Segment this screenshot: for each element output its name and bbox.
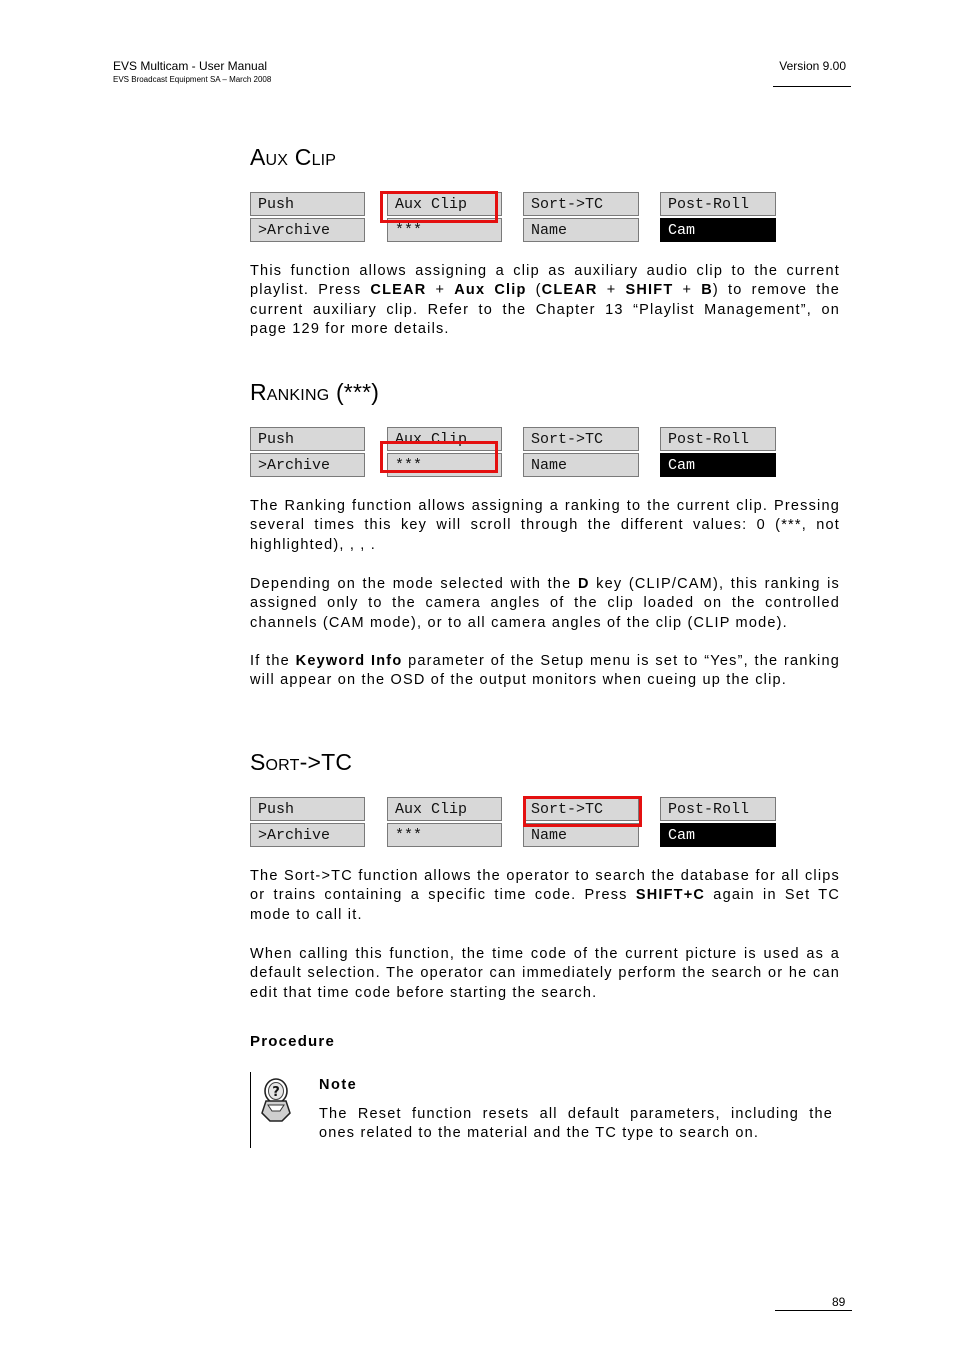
key-sort-tc: Sort->TC — [523, 427, 639, 451]
aux-clip-description: This function allows assigning a clip as… — [250, 263, 841, 338]
key-push: Push — [250, 192, 365, 216]
note-title: Note — [319, 1077, 358, 1093]
note-text: The Reset function resets all default pa… — [319, 1106, 833, 1142]
key-ranking: *** — [387, 823, 502, 847]
key-post-roll: Post-Roll — [660, 192, 776, 216]
key-archive: >Archive — [250, 218, 365, 242]
svg-text:?: ? — [272, 1085, 280, 1100]
ranking-mode-paragraph: Depending on the mode selected with the … — [250, 576, 840, 631]
header-title: EVS Multicam - User Manual — [113, 59, 268, 73]
ranking-keyword-paragraph: If the Keyword Info parameter of the Set… — [250, 653, 840, 689]
section-heading-aux-clip: Aux Clip — [250, 144, 337, 170]
key-post-roll: Post-Roll — [660, 427, 776, 451]
highlight-box — [523, 796, 642, 827]
key-archive: >Archive — [250, 823, 365, 847]
section-heading-ranking: Ranking (***) — [250, 379, 380, 405]
key-grid-aux-clip: Push Aux Clip Sort->TC Post-Roll >Archiv… — [250, 191, 776, 243]
header-subtitle: EVS Broadcast Equipment SA – March 2008 — [113, 75, 272, 84]
key-archive: >Archive — [250, 453, 365, 477]
key-grid-ranking: Push Aux Clip Sort->TC Post-Roll >Archiv… — [250, 427, 776, 478]
header-rule — [773, 86, 851, 87]
key-cam: Cam — [660, 823, 776, 847]
key-cam: Cam — [660, 453, 776, 477]
ranking-description: The Ranking function allows assigning a … — [250, 498, 840, 553]
key-push: Push — [250, 797, 365, 821]
key-aux-clip: Aux Clip — [387, 797, 502, 821]
key-name: Name — [523, 218, 639, 242]
note-icon: ? — [258, 1077, 294, 1123]
section-heading-sort-tc: Sort->TC — [250, 749, 353, 775]
highlight-box — [380, 191, 498, 223]
key-post-roll: Post-Roll — [660, 797, 776, 821]
key-push: Push — [250, 427, 365, 451]
sort-tc-description: The Sort->TC function allows the operato… — [250, 868, 840, 923]
key-sort-tc: Sort->TC — [523, 192, 639, 216]
note-bar — [250, 1072, 251, 1148]
key-grid-sort-tc: Push Aux Clip Sort->TC Post-Roll >Archiv… — [250, 796, 776, 848]
page-number: 89 — [832, 1295, 846, 1309]
footer-rule — [775, 1310, 852, 1311]
sort-tc-default-paragraph: When calling this function, the time cod… — [250, 946, 840, 1001]
key-cam: Cam — [660, 218, 776, 242]
key-name: Name — [523, 453, 639, 477]
procedure-heading: Procedure — [250, 1033, 335, 1050]
highlight-box — [380, 441, 498, 473]
header-version: Version 9.00 — [779, 59, 846, 73]
